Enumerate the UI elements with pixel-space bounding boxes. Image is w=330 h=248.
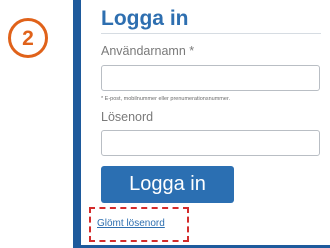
title-divider [101, 33, 321, 34]
login-button[interactable]: Logga in [101, 166, 234, 203]
forgot-password-link[interactable]: Glömt lösenord [97, 218, 165, 230]
password-label: Lösenord [101, 110, 154, 124]
step-number: 2 [22, 26, 34, 50]
step-number-badge: 2 [8, 18, 48, 58]
username-hint: * E-post, mobilnummer eller prenumeratio… [101, 96, 230, 102]
username-input[interactable] [101, 65, 320, 91]
login-title: Logga in [101, 7, 189, 30]
username-label: Användarnamn * [101, 44, 195, 58]
password-input[interactable] [101, 130, 320, 156]
